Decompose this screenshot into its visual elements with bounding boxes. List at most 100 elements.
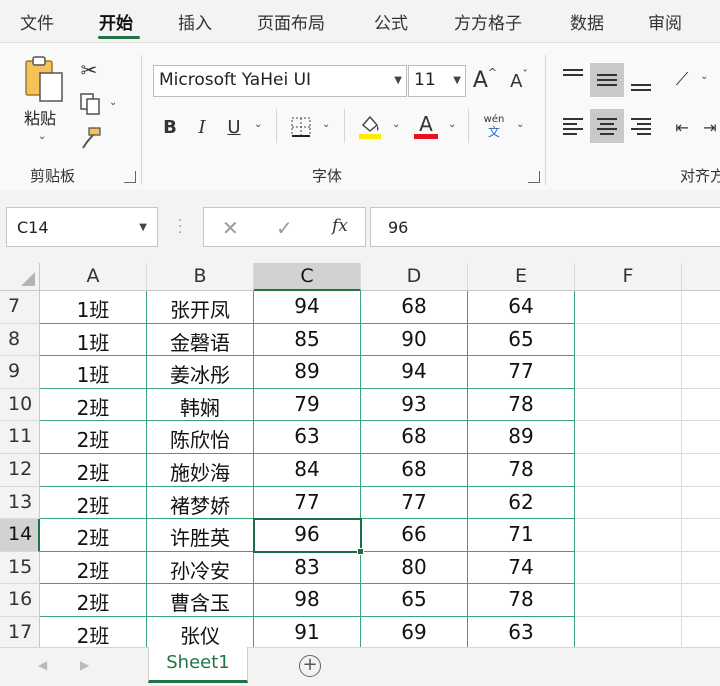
orientation-icon[interactable]: ⟋ (668, 65, 696, 93)
tab-page-layout[interactable]: 页面布局 (257, 9, 325, 34)
cell-c14[interactable]: 96 (254, 519, 361, 552)
phonetic-guide-button[interactable]: wén 文 (480, 111, 508, 141)
cell-b9[interactable]: 姜冰彤 (147, 356, 254, 389)
cell-d9[interactable]: 94 (361, 356, 468, 389)
prev-sheet-icon[interactable]: ◀ (38, 658, 47, 672)
cell-next-12[interactable] (682, 454, 720, 487)
cancel-icon[interactable]: ✕ (222, 216, 239, 240)
clipboard-launcher-icon[interactable] (124, 171, 136, 183)
tab-data[interactable]: 数据 (570, 9, 604, 34)
underline-dropdown-icon[interactable]: ⌄ (254, 119, 262, 130)
cut-icon[interactable]: ✂ (78, 57, 100, 83)
cell-next-16[interactable] (682, 584, 720, 617)
orientation-dropdown-icon[interactable]: ⌄ (700, 71, 708, 82)
align-top-button[interactable] (556, 63, 590, 97)
font-color-button[interactable]: A (412, 107, 440, 143)
cell-c8[interactable]: 85 (254, 323, 361, 357)
align-center-button[interactable] (590, 109, 624, 143)
copy-icon[interactable] (78, 91, 102, 117)
cell-next-7[interactable] (682, 291, 720, 324)
name-box[interactable]: C14 ▼ (6, 207, 158, 247)
tab-insert[interactable]: 插入 (178, 9, 212, 34)
cell-e15[interactable]: 74 (468, 551, 575, 585)
column-header-d[interactable]: D (361, 263, 468, 291)
fill-handle[interactable] (357, 547, 364, 555)
cell-next-13[interactable] (682, 487, 720, 520)
cell-d10[interactable]: 93 (361, 388, 468, 422)
paste-icon[interactable] (22, 55, 66, 103)
increase-indent-icon[interactable]: ⇥ (700, 113, 720, 141)
cell-c9[interactable]: 89 (254, 356, 361, 389)
tab-formulas[interactable]: 公式 (374, 9, 408, 34)
font-size-select[interactable]: 11 ▼ (408, 65, 466, 97)
fill-color-icon[interactable] (356, 109, 384, 143)
cell-a7[interactable]: 1班 (40, 291, 147, 324)
cell-a13[interactable]: 2班 (40, 486, 147, 520)
cell-c13[interactable]: 77 (254, 486, 361, 520)
cell-b16[interactable]: 曹含玉 (147, 584, 254, 617)
cell-next-17[interactable] (682, 617, 720, 647)
cell-f9[interactable] (575, 356, 682, 389)
tab-file[interactable]: 文件 (20, 9, 54, 34)
cell-a12[interactable]: 2班 (40, 454, 147, 487)
cell-e14[interactable]: 71 (468, 519, 575, 552)
cell-a10[interactable]: 2班 (40, 388, 147, 422)
cell-e11[interactable]: 89 (468, 421, 575, 454)
cell-a11[interactable]: 2班 (40, 421, 147, 454)
copy-dropdown-icon[interactable]: ⌄ (109, 97, 117, 108)
italic-button[interactable]: I (190, 113, 214, 141)
cell-b14[interactable]: 许胜英 (147, 519, 254, 552)
format-painter-icon[interactable] (78, 125, 104, 151)
cell-a16[interactable]: 2班 (40, 584, 147, 617)
column-header-a[interactable]: A (40, 263, 147, 291)
row-header-7[interactable]: 7 (0, 291, 40, 324)
row-header-11[interactable]: 11 (0, 421, 40, 454)
row-header-16[interactable]: 16 (0, 584, 40, 617)
cell-e8[interactable]: 65 (468, 323, 575, 357)
cell-next-11[interactable] (682, 421, 720, 454)
tab-fangfangezi[interactable]: 方方格子 (454, 9, 522, 34)
column-header-c[interactable]: C (254, 263, 361, 291)
cell-b8[interactable]: 金磬语 (147, 323, 254, 357)
cell-a8[interactable]: 1班 (40, 323, 147, 357)
cell-c16[interactable]: 98 (254, 584, 361, 617)
cell-f17[interactable] (575, 617, 682, 647)
cell-d8[interactable]: 90 (361, 323, 468, 357)
align-right-button[interactable] (624, 109, 658, 143)
cell-b15[interactable]: 孙冷安 (147, 551, 254, 585)
column-header-next[interactable] (682, 263, 720, 291)
next-sheet-icon[interactable]: ▶ (80, 658, 89, 672)
row-header-17[interactable]: 17 (0, 617, 40, 647)
row-header-8[interactable]: 8 (0, 323, 40, 357)
bold-button[interactable]: B (158, 113, 182, 141)
align-bottom-button[interactable] (624, 63, 658, 97)
cell-f8[interactable] (575, 323, 682, 357)
paste-dropdown-icon[interactable]: ⌄ (38, 131, 46, 142)
cell-b17[interactable]: 张仪 (147, 617, 254, 647)
cell-c17[interactable]: 91 (254, 617, 361, 647)
cell-f11[interactable] (575, 421, 682, 454)
cell-e10[interactable]: 78 (468, 388, 575, 422)
cell-d16[interactable]: 65 (361, 584, 468, 617)
cell-next-10[interactable] (682, 389, 720, 422)
cell-d15[interactable]: 80 (361, 551, 468, 585)
cell-c11[interactable]: 63 (254, 421, 361, 454)
row-header-10[interactable]: 10 (0, 388, 40, 422)
cell-c10[interactable]: 79 (254, 388, 361, 422)
cell-a17[interactable]: 2班 (40, 617, 147, 647)
cell-f15[interactable] (575, 551, 682, 585)
cell-next-8[interactable] (682, 324, 720, 357)
cell-f10[interactable] (575, 388, 682, 422)
align-middle-button[interactable] (590, 63, 624, 97)
cell-c7[interactable]: 94 (254, 291, 361, 324)
font-color-dropdown-icon[interactable]: ⌄ (448, 119, 456, 130)
cell-f12[interactable] (575, 454, 682, 487)
column-header-e[interactable]: E (468, 263, 575, 291)
align-left-button[interactable] (556, 109, 590, 143)
cell-d14[interactable]: 66 (361, 519, 468, 552)
cell-c12[interactable]: 84 (254, 454, 361, 487)
cell-b7[interactable]: 张开凤 (147, 291, 254, 324)
cell-e7[interactable]: 64 (468, 291, 575, 324)
add-sheet-button[interactable]: + (299, 655, 321, 677)
cell-a15[interactable]: 2班 (40, 551, 147, 585)
